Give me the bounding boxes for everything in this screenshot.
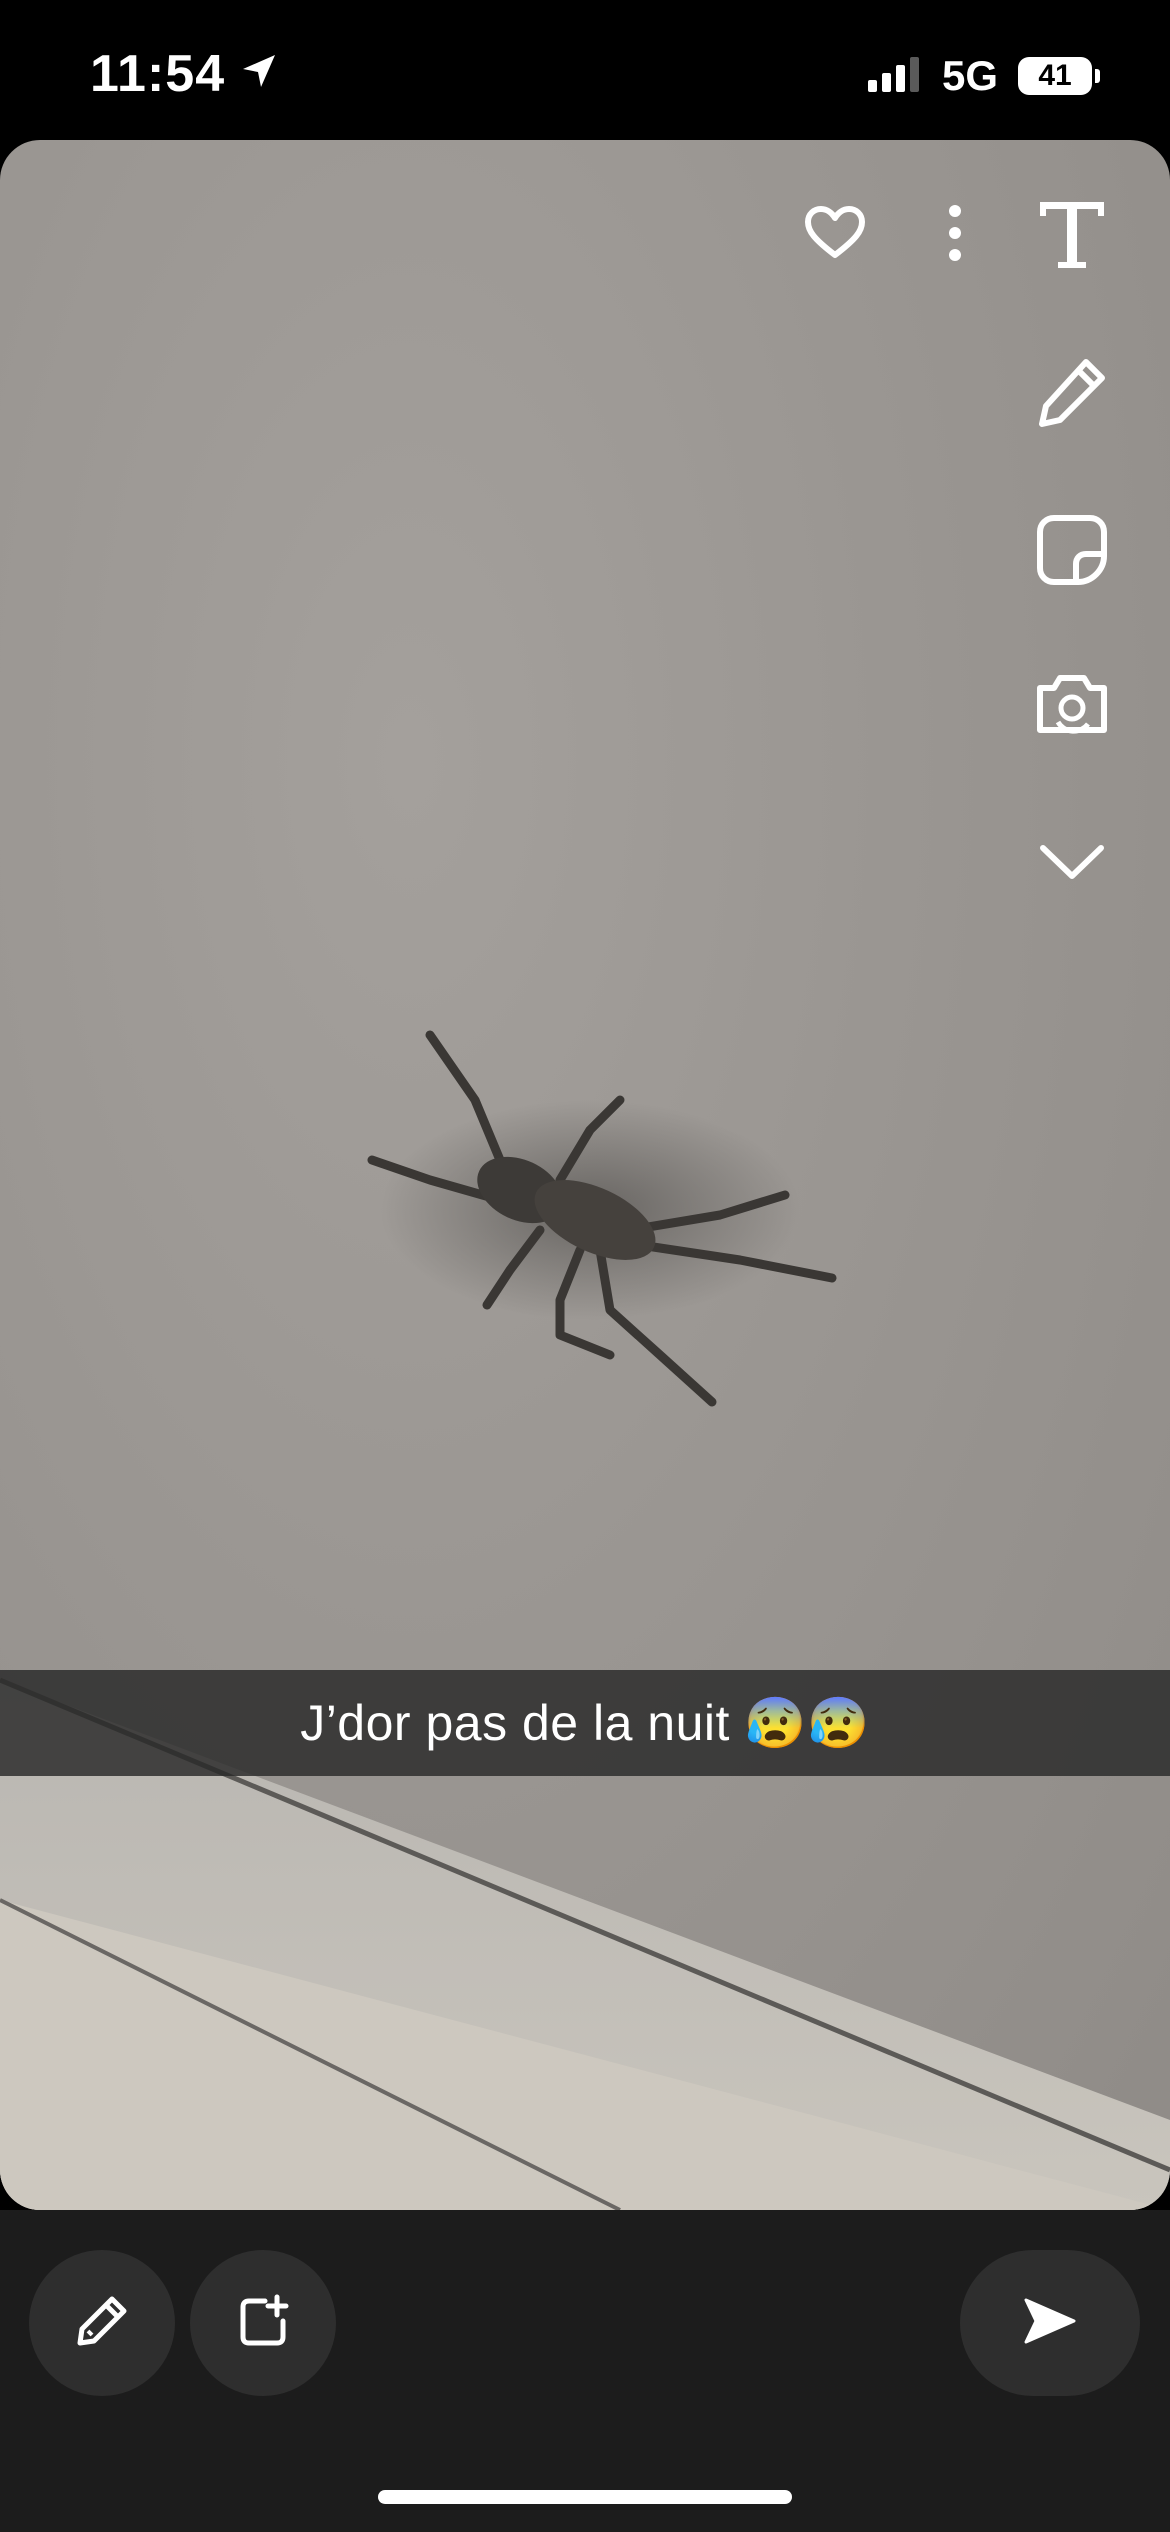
edit-button[interactable] (29, 2250, 175, 2396)
heart-icon[interactable] (800, 198, 870, 268)
send-button[interactable] (960, 2250, 1140, 2396)
caption-text: J’dor pas de la nuit 😰😰 (300, 1694, 870, 1751)
snap-photo[interactable] (0, 140, 1170, 2210)
caption-bar[interactable]: J’dor pas de la nuit 😰😰 (0, 1670, 1170, 1776)
home-indicator[interactable] (378, 2490, 792, 2504)
more-vertical-icon[interactable] (920, 198, 990, 268)
pencil-tool-icon[interactable] (1030, 350, 1114, 434)
camera-switch-icon[interactable] (1030, 662, 1114, 746)
battery-indicator: 41 (1018, 57, 1100, 95)
chevron-down-icon[interactable] (1030, 820, 1114, 904)
bottom-action-bar (0, 2210, 1170, 2532)
add-to-story-icon (235, 2293, 291, 2354)
add-to-story-button[interactable] (190, 2250, 336, 2396)
snap-preview-screen: 11:54 5G 41 J’dor pas de la nuit 😰😰 (0, 0, 1170, 2532)
text-tool-icon[interactable] (1030, 192, 1114, 276)
network-label: 5G (941, 52, 998, 99)
sticker-icon[interactable] (1030, 508, 1114, 592)
status-right-group: 5G 41 (866, 52, 1100, 100)
cellular-signal-icon (866, 56, 922, 97)
photo-content (0, 1030, 1170, 2210)
spider (367, 1030, 837, 1407)
status-time-group: 11:54 (90, 44, 279, 104)
edit-icon (74, 2293, 130, 2354)
status-bar: 11:54 5G 41 (0, 0, 1170, 140)
location-arrow-icon (239, 44, 279, 104)
send-icon (1022, 2296, 1078, 2351)
status-time: 11:54 (90, 45, 226, 103)
